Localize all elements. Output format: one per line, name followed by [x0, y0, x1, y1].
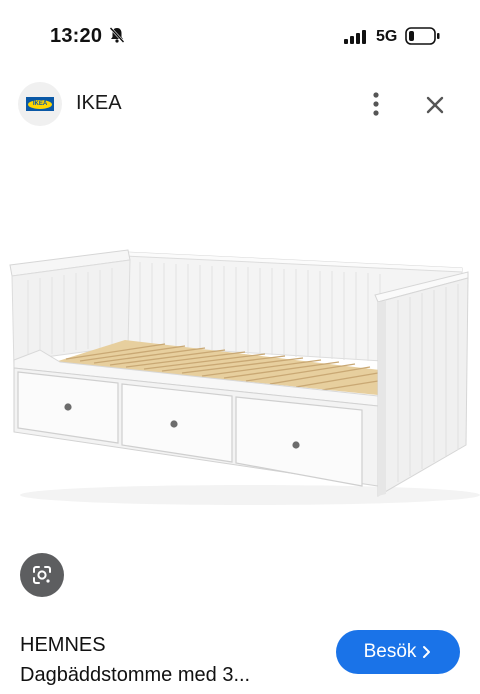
ikea-logo[interactable]: IKEA — [18, 82, 62, 126]
ikea-logo-oval: IKEA — [28, 99, 52, 109]
source-header: IKEA IKEA — [0, 78, 480, 130]
more-vert-icon[interactable] — [364, 88, 388, 120]
ikea-logo-box: IKEA — [26, 97, 54, 111]
chevron-right-icon — [423, 646, 431, 658]
site-name[interactable]: IKEA — [76, 92, 122, 115]
ikea-logo-text: IKEA — [32, 101, 48, 107]
lens-search-button[interactable] — [20, 553, 64, 597]
status-bar: 13:20 5G — [0, 0, 480, 70]
visit-button[interactable]: Besök — [336, 630, 460, 674]
network-type: 5G — [376, 28, 398, 45]
visit-button-label: Besök — [363, 641, 417, 662]
bell-slash-icon — [109, 27, 125, 43]
lens-search-icon — [33, 566, 51, 584]
product-image[interactable] — [0, 140, 480, 590]
close-icon[interactable] — [420, 90, 450, 120]
status-time: 13:20 — [50, 25, 103, 47]
product-title: HEMNES — [20, 634, 106, 656]
signal-icon — [344, 30, 366, 44]
product-subtitle: Dagbäddstomme med 3... — [20, 664, 251, 686]
battery-icon — [405, 27, 440, 45]
